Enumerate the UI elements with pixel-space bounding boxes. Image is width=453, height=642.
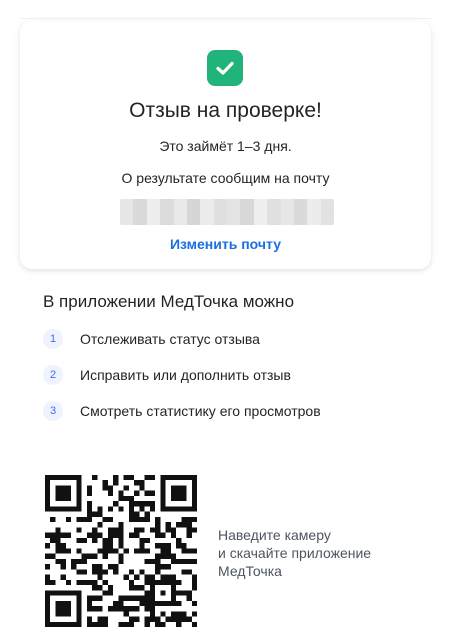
qr-caption-line: Наведите камеру	[218, 527, 331, 543]
feature-text: Отслеживать статус отзыва	[80, 331, 260, 347]
status-card: Отзыв на проверке! Это займёт 1–3 дня. О…	[20, 21, 431, 269]
feature-item: 3 Смотреть статистику его просмотров	[43, 400, 321, 422]
qr-caption: Наведите камеру и скачайте приложение Ме…	[218, 526, 371, 580]
qr-caption-line: МедТочка	[218, 563, 282, 579]
email-value-redacted	[120, 199, 334, 225]
feature-number: 1	[43, 329, 63, 349]
status-subtitle: Это займёт 1–3 дня.	[159, 138, 292, 154]
status-title: Отзыв на проверке!	[129, 99, 322, 122]
feature-number: 2	[43, 365, 63, 385]
change-email-link[interactable]: Изменить почту	[20, 235, 431, 253]
notify-text: О результате сообщим на почту	[121, 170, 330, 186]
top-divider	[20, 18, 433, 19]
app-section-heading: В приложении МедТочка можно	[43, 292, 295, 311]
feature-number: 3	[43, 401, 63, 421]
feature-text: Смотреть статистику его просмотров	[80, 403, 321, 419]
check-icon	[207, 50, 243, 86]
qr-caption-line: и скачайте приложение	[218, 545, 372, 561]
feature-item: 2 Исправить или дополнить отзыв	[43, 364, 291, 386]
feature-item: 1 Отслеживать статус отзыва	[43, 328, 260, 350]
page: Отзыв на проверке! Это займёт 1–3 дня. О…	[0, 0, 453, 642]
qr-code-icon	[45, 475, 197, 627]
feature-text: Исправить или дополнить отзыв	[80, 367, 291, 383]
